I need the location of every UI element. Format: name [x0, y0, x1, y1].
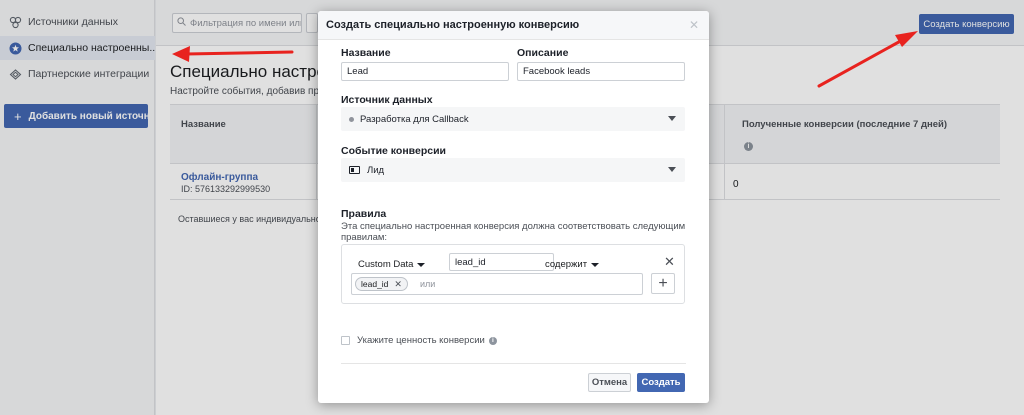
description-label: Описание — [517, 47, 569, 59]
description-field[interactable]: Facebook leads — [517, 62, 685, 81]
conversion-value-checkbox[interactable] — [341, 336, 350, 345]
rule-editor: Custom Data lead_id содержит ✕ lead_id ✕… — [341, 244, 685, 304]
data-source-select[interactable]: Разработка для Callback — [341, 107, 685, 131]
dialog-footer-divider — [341, 363, 686, 364]
rule-value-tag: lead_id ✕ — [355, 277, 408, 291]
name-label: Название — [341, 47, 391, 59]
info-icon[interactable]: i — [488, 336, 497, 345]
rule-operator-dropdown[interactable]: содержит — [545, 259, 600, 270]
or-placeholder: или — [419, 279, 436, 289]
lead-card-icon — [349, 166, 360, 174]
conversion-event-label: Событие конверсии — [341, 145, 446, 157]
cancel-button[interactable]: Отмена — [588, 373, 631, 392]
data-source-label: Источник данных — [341, 94, 433, 106]
chevron-down-icon — [591, 262, 600, 267]
dialog-header: Создать специально настроенную конверсию… — [318, 11, 709, 40]
dialog-title: Создать специально настроенную конверсию — [326, 19, 580, 31]
create-button[interactable]: Создать — [637, 373, 685, 392]
data-source-value: Разработка для Callback — [360, 113, 469, 125]
chevron-down-icon — [417, 262, 426, 267]
conversion-event-select[interactable]: Лид — [341, 158, 685, 182]
close-icon[interactable]: ✕ — [689, 18, 699, 32]
remove-tag-icon[interactable]: ✕ — [394, 279, 402, 290]
chevron-down-icon — [668, 116, 676, 121]
add-rule-icon[interactable]: + — [651, 273, 675, 294]
tag-label: lead_id — [361, 279, 389, 289]
rule-field-value: Custom Data — [358, 259, 414, 270]
rule-operator-value: содержит — [545, 259, 588, 270]
remove-rule-icon[interactable]: ✕ — [664, 254, 675, 270]
rule-field-dropdown[interactable]: Custom Data — [358, 259, 426, 270]
rule-values-input[interactable]: lead_id ✕ или — [351, 273, 643, 295]
conversion-value-row: Укажите ценность конверсии i — [341, 335, 497, 346]
status-dot-icon — [349, 116, 354, 122]
conversion-value-label: Укажите ценность конверсии — [357, 335, 485, 346]
name-field[interactable]: Lead — [341, 62, 509, 81]
rules-label: Правила — [341, 208, 387, 220]
rules-description: Эта специально настроенная конверсия дол… — [341, 221, 686, 243]
create-conversion-dialog: Создать специально настроенную конверсию… — [318, 11, 709, 403]
conversion-event-value: Лид — [367, 164, 385, 176]
rule-key-input[interactable]: lead_id — [449, 253, 554, 271]
chevron-down-icon — [668, 167, 676, 172]
